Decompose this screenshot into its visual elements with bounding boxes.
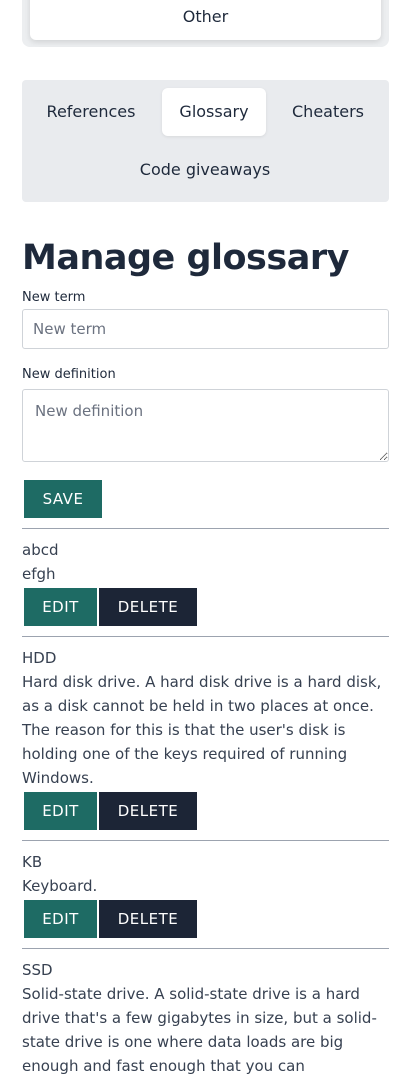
entry-divider [22, 948, 389, 949]
entry-definition: Hard disk drive. A hard disk drive is a … [22, 673, 382, 787]
delete-button[interactable]: DELETE [99, 792, 197, 830]
entry-divider [22, 840, 389, 841]
entry-definition: Solid-state drive. A solid-state drive i… [22, 985, 377, 1075]
top-card-label: Other [182, 7, 229, 26]
section-tabs: References Glossary Cheaters Code giveaw… [22, 80, 389, 202]
entry-definition: Keyboard. [22, 877, 98, 895]
tab-glossary[interactable]: Glossary [162, 88, 266, 136]
save-button[interactable]: SAVE [24, 480, 102, 518]
entry-term: KB [22, 853, 43, 871]
page-title: Manage glossary [22, 238, 349, 278]
edit-button[interactable]: EDIT [24, 900, 97, 938]
delete-button[interactable]: DELETE [99, 900, 197, 938]
new-term-label: New term [22, 290, 86, 305]
top-card-other[interactable]: Other [30, 0, 381, 40]
entry-divider [22, 636, 389, 637]
edit-button[interactable]: EDIT [24, 588, 97, 626]
new-definition-label: New definition [22, 367, 116, 382]
entry-definition: efgh [22, 565, 56, 583]
delete-button[interactable]: DELETE [99, 588, 197, 626]
edit-button[interactable]: EDIT [24, 792, 97, 830]
entry-term: HDD [22, 649, 57, 667]
new-definition-textarea[interactable] [22, 389, 389, 462]
entry-term: abcd [22, 541, 59, 559]
tab-references[interactable]: References [36, 88, 146, 136]
tab-cheaters[interactable]: Cheaters [284, 88, 372, 136]
entry-term: SSD [22, 961, 53, 979]
entry-divider [22, 528, 389, 529]
tab-code-giveaways[interactable]: Code giveaways [130, 146, 280, 194]
new-term-input[interactable] [22, 309, 389, 349]
